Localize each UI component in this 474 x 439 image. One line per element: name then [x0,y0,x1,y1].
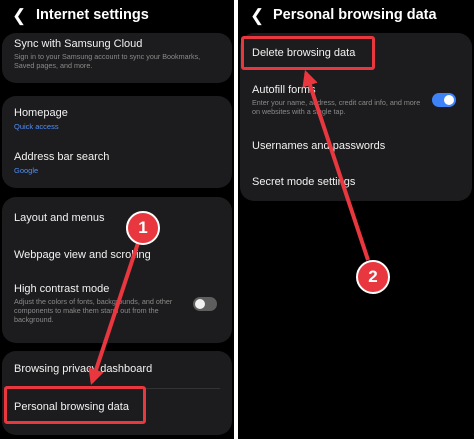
back-chevron-icon[interactable]: ❮ [12,6,26,26]
high-contrast-label: High contrast mode [14,283,110,295]
homepage-item[interactable]: Homepage Quick access [14,107,222,131]
screen-header: ❮ Internet settings [0,0,234,34]
browsing-privacy-dashboard-item[interactable]: Browsing privacy dashboard [14,363,222,375]
personal-data-label: Personal browsing data [14,401,129,413]
step-2-badge: 2 [356,260,390,294]
secret-mode-settings-item[interactable]: Secret mode settings [252,176,462,188]
display-card: Layout and menus Webpage view and scroll… [2,197,232,343]
secret-mode-label: Secret mode settings [252,176,356,188]
address-bar-value: Google [14,166,39,175]
homepage-card: Homepage Quick access Address bar search… [2,96,232,188]
privacy-dashboard-label: Browsing privacy dashboard [14,363,153,375]
high-contrast-item[interactable]: High contrast mode Adjust the colors of … [14,283,192,324]
high-contrast-toggle[interactable] [193,297,217,311]
address-bar-label: Address bar search [14,151,110,163]
autofill-label: Autofill forms [252,84,316,96]
usernames-label: Usernames and passwords [252,140,386,152]
screen-title: Internet settings [36,7,149,23]
personal-browsing-data-screen: ❮ Personal browsing data Delete browsing… [238,0,474,439]
step-1-badge: 1 [126,211,160,245]
homepage-value: Quick access [14,122,59,131]
toggle-knob [195,299,205,309]
high-contrast-description: Adjust the colors of fonts, backgrounds,… [14,297,173,324]
layout-menus-label: Layout and menus [14,212,105,224]
sync-samsung-cloud-item[interactable]: Sync with Samsung Cloud Sign in to your … [14,38,222,70]
webpage-view-item[interactable]: Webpage view and scrolling [14,249,222,261]
homepage-label: Homepage [14,107,68,119]
back-chevron-icon[interactable]: ❮ [250,6,264,26]
screen-header: ❮ Personal browsing data [238,0,474,34]
usernames-passwords-item[interactable]: Usernames and passwords [252,140,462,152]
delete-browsing-data-item[interactable]: Delete browsing data [252,47,462,59]
toggle-knob [444,95,454,105]
autofill-forms-item[interactable]: Autofill forms Enter your name, address,… [252,84,426,116]
autofill-description: Enter your name, address, credit card in… [252,98,421,116]
delete-data-label: Delete browsing data [252,47,356,59]
personal-data-card: Delete browsing data Autofill forms Ente… [240,33,472,201]
internet-settings-screen: ❮ Internet settings Sync with Samsung Cl… [0,0,234,439]
personal-browsing-data-item[interactable]: Personal browsing data [14,401,222,413]
privacy-card: Browsing privacy dashboard Personal brow… [2,351,232,435]
address-bar-search-item[interactable]: Address bar search Google [14,151,222,175]
sync-description: Sign in to your Samsung account to sync … [14,52,201,70]
divider [14,388,220,389]
sync-label: Sync with Samsung Cloud [14,38,143,50]
screen-title: Personal browsing data [273,7,437,23]
webpage-view-label: Webpage view and scrolling [14,249,151,261]
autofill-toggle[interactable] [432,93,456,107]
sync-card: Sync with Samsung Cloud Sign in to your … [2,33,232,83]
layout-menus-item[interactable]: Layout and menus [14,212,222,224]
